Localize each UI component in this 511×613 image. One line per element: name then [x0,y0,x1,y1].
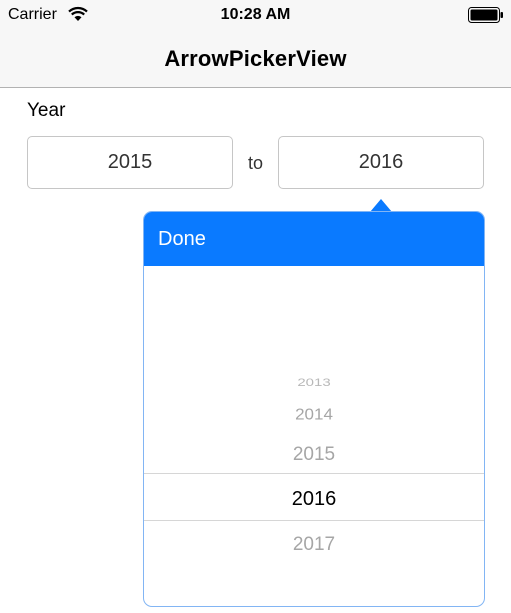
to-year-value: 2016 [358,151,404,173]
screen: Carrier 10:28 AM ArrowPickerView Year 20… [0,0,511,613]
year-label: Year [27,100,66,121]
to-label: to [247,153,263,173]
year-picker-wheel[interactable]: 2013 2014 2015 2016 2017 [144,266,484,606]
picker-popover: Done 2013 2014 2015 2016 2017 [143,211,485,607]
status-time: 10:28 AM [220,6,291,23]
to-year-field[interactable]: 2016 [278,136,484,189]
picker-toolbar: Done [144,212,484,266]
from-year-field[interactable]: 2015 [27,136,233,189]
battery-icon [468,7,503,23]
popover-arrow-icon [370,199,392,212]
picker-row[interactable]: 2013 [144,376,484,389]
selection-divider-top [144,473,484,474]
from-year-value: 2015 [107,151,153,173]
selection-divider-bottom [144,520,484,521]
picker-row[interactable]: 2014 [144,406,484,424]
picker-row[interactable]: 2015 [144,444,484,466]
status-bar: Carrier 10:28 AM [0,0,511,30]
nav-title: ArrowPickerView [164,46,347,71]
navigation-bar: ArrowPickerView [0,30,511,88]
done-button[interactable]: Done [158,228,206,251]
picker-row-selected[interactable]: 2016 [144,488,484,511]
picker-row[interactable]: 2017 [144,534,484,556]
